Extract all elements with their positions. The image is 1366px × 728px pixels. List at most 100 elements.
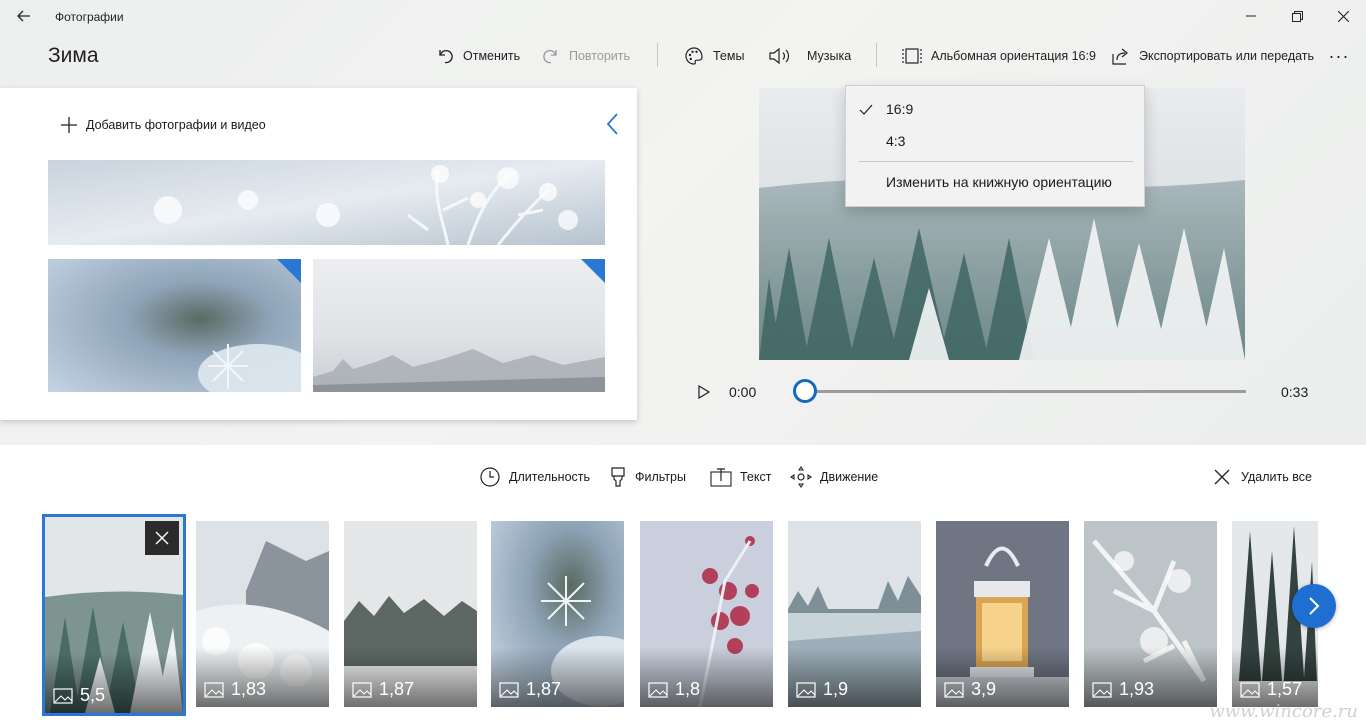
motion-icon (790, 466, 812, 488)
aspect-option-portrait[interactable]: Изменить на книжную ориентацию (846, 166, 1144, 198)
watermark: www.wincore.ru (1209, 701, 1358, 722)
add-media-label: Добавить фотографии и видео (86, 118, 266, 132)
snowflake-image (48, 259, 301, 392)
foggy-forest-image (313, 259, 605, 392)
aspect-option-label: 16:9 (886, 101, 914, 117)
library-item-foggy-forest[interactable] (313, 259, 605, 392)
export-button[interactable]: Экспортировать или передать (1110, 40, 1314, 72)
music-label: Музыка (807, 49, 852, 63)
image-icon (204, 681, 224, 698)
toolbar-separator (657, 43, 658, 67)
aspect-ratio-icon (902, 48, 922, 64)
add-media-button[interactable]: Добавить фотографии и видео (60, 116, 266, 134)
image-icon (796, 681, 816, 698)
clip-duration: 5,5 (53, 685, 105, 706)
storyboard-clip-1[interactable]: 5,5 (42, 514, 186, 716)
image-icon (648, 681, 668, 698)
aspect-ratio-button[interactable]: Альбомная ориентация 16:9 (902, 40, 1096, 72)
image-icon (499, 681, 519, 698)
play-icon (698, 385, 710, 399)
more-options-button[interactable]: ··· (1324, 40, 1354, 72)
project-title: Зима (48, 44, 99, 67)
clock-icon (480, 467, 500, 487)
undo-icon (439, 49, 453, 64)
storyboard-clip-7[interactable]: 3,9 (936, 521, 1069, 707)
toolbar-separator (876, 43, 877, 67)
aspect-ratio-label: Альбомная ориентация 16:9 (931, 49, 1096, 63)
storyboard-clip-6[interactable]: 1,9 (788, 521, 921, 707)
clip-duration-value: 3,9 (971, 679, 997, 699)
plus-icon (61, 117, 77, 133)
storyboard-clip-2[interactable]: 1,83 (196, 521, 329, 707)
clip-duration: 1,8 (648, 679, 700, 700)
text-label: Текст (740, 470, 772, 484)
clip-duration-value: 1,93 (1119, 679, 1155, 699)
remove-clip-button[interactable] (145, 521, 179, 555)
scroll-next-button[interactable] (1292, 584, 1336, 628)
motion-button[interactable]: Движение (790, 462, 878, 492)
redo-button[interactable]: Повторить (542, 40, 630, 72)
redo-label: Повторить (569, 49, 631, 63)
back-arrow-icon (17, 10, 30, 22)
storyboard-clip-8[interactable]: 1,93 (1084, 521, 1217, 707)
restore-button[interactable] (1274, 4, 1320, 28)
clip-duration-value: 1,57 (1267, 679, 1303, 699)
clip-duration-value: 1,87 (526, 679, 562, 699)
seek-handle[interactable] (793, 379, 817, 403)
storyboard-clip-4[interactable]: 1,87 (491, 521, 624, 707)
image-icon (352, 681, 372, 698)
image-icon (1092, 681, 1112, 698)
remove-all-button[interactable]: Удалить все (1213, 462, 1312, 492)
in-use-badge (277, 259, 301, 283)
clip-duration: 1,57 (1240, 679, 1302, 700)
clip-duration-value: 1,9 (823, 679, 849, 699)
image-icon (1240, 681, 1260, 698)
library-item-snowflake[interactable] (48, 259, 301, 392)
menu-separator (859, 161, 1133, 162)
clip-duration: 1,87 (352, 679, 414, 700)
clip-duration: 3,9 (944, 679, 996, 700)
undo-label: Отменить (463, 49, 521, 63)
clip-duration: 1,9 (796, 679, 848, 700)
clip-duration: 1,87 (499, 679, 561, 700)
clip-duration: 1,93 (1092, 679, 1154, 700)
speaker-icon (769, 47, 790, 65)
clip-duration: 1,83 (204, 679, 266, 700)
close-window-button[interactable] (1320, 4, 1366, 28)
image-icon (53, 687, 73, 704)
check-icon (859, 104, 873, 115)
in-use-badge (581, 259, 605, 283)
themes-button[interactable]: Темы (684, 40, 744, 72)
aspect-option-16-9[interactable]: 16:9 (846, 93, 1144, 125)
project-library: Добавить фотографии и видео (0, 88, 637, 420)
minimize-button[interactable] (1228, 4, 1274, 28)
clip-duration-value: 1,8 (675, 679, 701, 699)
current-time: 0:00 (729, 384, 757, 400)
library-item-frost-plants[interactable] (48, 160, 605, 245)
clip-duration-value: 5,5 (80, 685, 106, 705)
chevron-left-icon (606, 113, 618, 135)
duration-label: Длительность (509, 470, 591, 484)
export-label: Экспортировать или передать (1139, 49, 1315, 63)
back-button[interactable] (8, 4, 40, 28)
aspect-option-4-3[interactable]: 4:3 (846, 125, 1144, 157)
aspect-ratio-menu: 16:9 4:3 Изменить на книжную ориентацию (845, 85, 1145, 207)
redo-icon (543, 49, 557, 64)
play-button[interactable] (692, 381, 716, 403)
clip-duration-value: 1,83 (231, 679, 267, 699)
undo-button[interactable]: Отменить (436, 40, 520, 72)
themes-label: Темы (713, 49, 745, 63)
close-icon (1337, 10, 1349, 22)
storyboard-clip-3[interactable]: 1,87 (344, 521, 477, 707)
storyboard-clip-5[interactable]: 1,8 (640, 521, 773, 707)
palette-icon (685, 47, 703, 65)
close-icon (155, 531, 169, 545)
filters-button[interactable]: Фильтры (609, 462, 686, 492)
chevron-right-icon (1309, 597, 1320, 615)
duration-button[interactable]: Длительность (479, 462, 590, 492)
seek-track[interactable] (805, 390, 1246, 393)
text-button[interactable]: Текст (710, 462, 771, 492)
collapse-library-button[interactable] (602, 112, 624, 136)
more-icon: ··· (1328, 45, 1350, 66)
music-button[interactable]: Музыка (768, 40, 851, 72)
